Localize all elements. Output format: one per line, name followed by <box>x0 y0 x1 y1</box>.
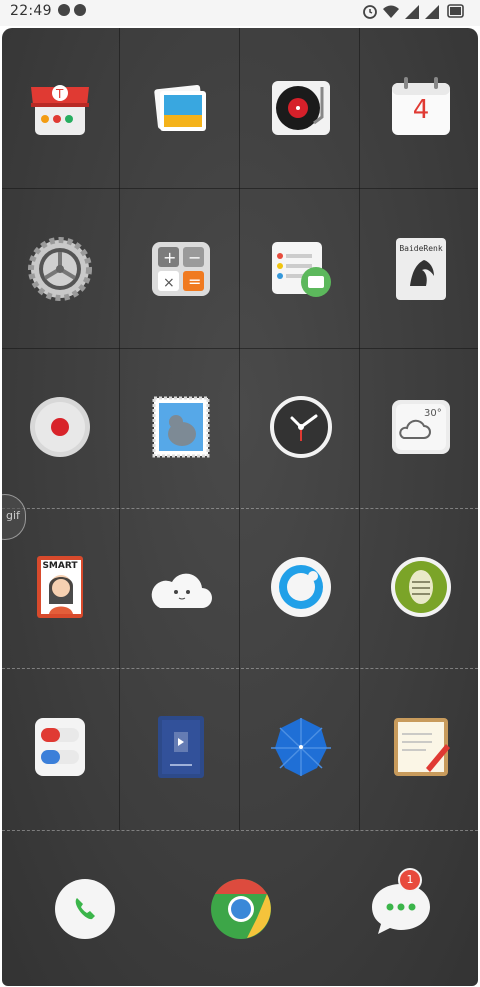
folder-icon <box>272 242 331 297</box>
notification-2-icon <box>74 4 86 16</box>
record-player-icon <box>272 81 330 135</box>
smart-id-app[interactable]: SMART <box>25 552 95 622</box>
dock-messages[interactable]: 1 <box>366 868 436 944</box>
wifi-icon <box>383 5 399 18</box>
svg-text:=: = <box>188 272 201 291</box>
grid-line <box>2 668 478 669</box>
grid-line <box>239 28 240 830</box>
umbrella-app[interactable] <box>266 712 336 782</box>
svg-text:×: × <box>163 275 175 291</box>
notepad-icon <box>394 718 450 776</box>
notes-app[interactable] <box>386 712 456 782</box>
file-manager-app[interactable] <box>266 234 336 304</box>
calendar-app[interactable]: 4 <box>386 73 456 143</box>
shield-icon <box>391 557 451 617</box>
book-title: BaideRenk <box>399 244 443 253</box>
medicine-app[interactable] <box>25 712 95 782</box>
store-app[interactable]: T <box>25 73 95 143</box>
shop-icon: T <box>31 85 89 135</box>
gear-icon <box>28 237 92 301</box>
gif-edge-handle[interactable]: gif <box>2 494 26 540</box>
card-label: SMART <box>42 561 78 571</box>
svg-text:+: + <box>163 248 176 267</box>
dock-phone[interactable] <box>50 874 120 944</box>
mail-app[interactable] <box>146 392 216 462</box>
settings-app[interactable] <box>25 234 95 304</box>
dock-chrome[interactable] <box>206 874 276 944</box>
smiling-cloud-icon <box>151 573 212 608</box>
gif-label: gif <box>6 509 20 522</box>
home-screen: T 4 + − × = BaideRenk 30° SMART gif 1 <box>2 28 478 986</box>
video-app[interactable] <box>146 712 216 782</box>
grid-line <box>2 188 478 189</box>
grid-line <box>2 830 478 831</box>
svg-text:−: − <box>188 248 201 267</box>
chrome-icon <box>211 879 271 939</box>
grid-line <box>2 508 478 509</box>
security-app[interactable] <box>386 552 456 622</box>
status-time: 22:49 <box>10 3 52 19</box>
music-app[interactable] <box>266 73 336 143</box>
gallery-app[interactable] <box>146 73 216 143</box>
grid-line <box>119 28 120 830</box>
battery-icon <box>447 4 464 18</box>
clock-icon <box>270 396 332 458</box>
recorder-app[interactable] <box>25 392 95 462</box>
cloud-icon <box>392 400 450 454</box>
umbrella-icon <box>271 718 331 776</box>
status-bar: 22:49 <box>0 0 480 26</box>
phone-icon <box>55 879 115 939</box>
browser-app[interactable] <box>266 552 336 622</box>
notification-1-icon <box>58 4 70 16</box>
cloud-app[interactable] <box>146 552 216 622</box>
baidu-reader-app[interactable]: BaideRenk <box>386 234 456 304</box>
weather-app[interactable]: 30° <box>386 392 456 462</box>
grid-line <box>2 348 478 349</box>
unread-badge: 1 <box>398 868 422 892</box>
record-icon <box>30 397 90 457</box>
video-book-icon <box>158 716 204 778</box>
grid-line <box>359 28 360 830</box>
svg-text:T: T <box>55 87 64 101</box>
weather-temp: 30° <box>424 408 442 419</box>
pigeon-stamp-icon <box>152 396 210 458</box>
photo-icon <box>154 85 206 131</box>
alarm-icon <box>363 5 377 19</box>
clock-app[interactable] <box>266 392 336 462</box>
ring-icon <box>271 557 331 617</box>
calculator-app[interactable]: + − × = <box>146 234 216 304</box>
calculator-icon: + − × = <box>152 242 210 296</box>
pills-icon <box>35 718 85 776</box>
calendar-day: 4 <box>412 95 430 125</box>
signal-icon <box>405 5 419 19</box>
signal-icon <box>425 5 439 19</box>
